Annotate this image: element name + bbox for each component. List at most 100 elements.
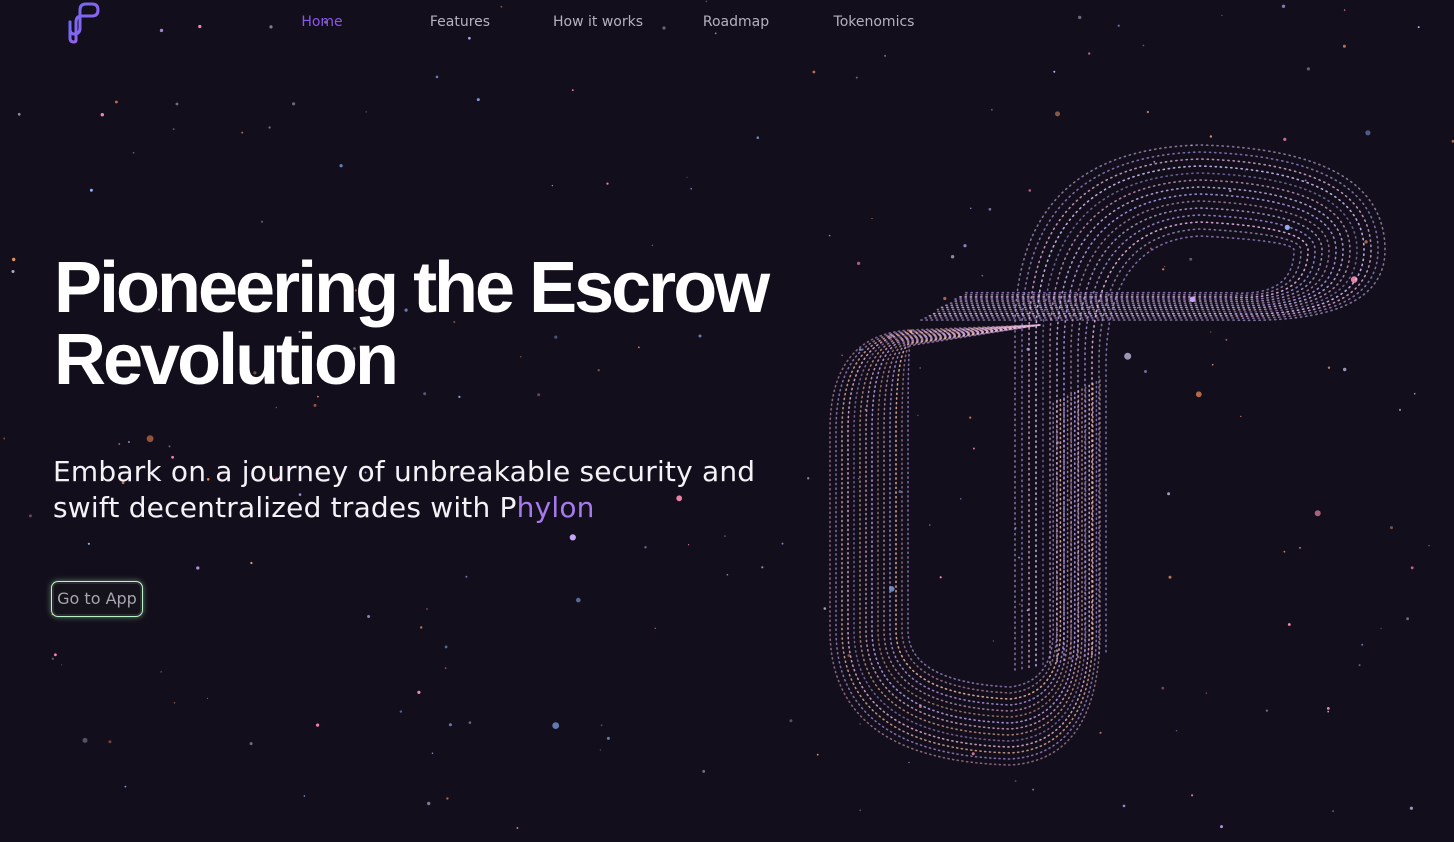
star (367, 615, 371, 618)
star (115, 100, 118, 104)
star (1306, 67, 1310, 71)
hero-title-line1: Pioneering the Escrow (54, 248, 770, 328)
star (686, 176, 688, 178)
brand-name-rest: hylon (516, 491, 595, 524)
particle-ring (929, 165, 1365, 667)
nav-roadmap[interactable]: Roadmap (676, 12, 796, 32)
particle-ring (943, 193, 1337, 661)
star (690, 187, 692, 190)
particle-ring (933, 172, 1358, 666)
star (761, 566, 764, 569)
star (606, 736, 610, 740)
star (1142, 44, 1145, 47)
star (268, 126, 271, 129)
star (688, 544, 690, 546)
hero-subtitle-line1: Embark on a journey of unbreakable secur… (53, 455, 756, 488)
star (705, 0, 708, 3)
star (292, 102, 296, 106)
star (399, 710, 403, 713)
star (1220, 825, 1223, 829)
star (17, 112, 21, 116)
star (1332, 810, 1334, 812)
star (206, 697, 209, 700)
star (1117, 24, 1120, 27)
star (552, 722, 560, 729)
star (465, 575, 468, 578)
star (644, 546, 647, 549)
star (654, 627, 656, 629)
go-to-app-button[interactable]: Go to App (52, 582, 142, 616)
particle-ring (954, 214, 1316, 657)
star (417, 690, 421, 695)
star (500, 5, 503, 8)
star (1053, 70, 1056, 73)
star (168, 445, 171, 448)
star (435, 75, 439, 79)
star (662, 26, 666, 30)
star (275, 406, 278, 409)
star (54, 653, 57, 657)
star (132, 151, 135, 154)
particle-ring (853, 324, 1087, 742)
nav-features[interactable]: Features (400, 12, 520, 32)
star (124, 785, 127, 788)
star (724, 535, 726, 537)
star (651, 244, 653, 246)
star (789, 719, 793, 723)
star (313, 403, 317, 407)
star (172, 128, 175, 131)
star (118, 443, 121, 445)
star (260, 220, 264, 223)
star (420, 626, 423, 629)
hero-title: Pioneering the Escrow Revolution (54, 252, 814, 396)
star (606, 182, 609, 185)
star (571, 89, 574, 91)
star (551, 184, 554, 187)
star (726, 573, 729, 576)
nav-home[interactable]: Home (262, 12, 382, 32)
star (446, 797, 449, 800)
particle-ring (957, 221, 1309, 656)
particle-ring (950, 207, 1323, 659)
particle-ring (865, 324, 1080, 730)
star (714, 32, 717, 35)
star (160, 671, 163, 673)
star (1281, 4, 1286, 8)
star (3, 437, 6, 440)
star (599, 749, 602, 751)
particle-ring (895, 324, 1062, 700)
star (1221, 14, 1223, 16)
star (444, 645, 448, 649)
brand-name-initial: P (499, 491, 517, 524)
star (303, 795, 306, 797)
star (173, 702, 176, 704)
star (516, 827, 519, 829)
star (250, 561, 253, 565)
star (175, 102, 179, 106)
nav-tokenomics[interactable]: Tokenomics (814, 12, 934, 32)
star (365, 111, 367, 113)
star (1342, 44, 1346, 48)
star (159, 28, 164, 33)
particle-ring (947, 200, 1330, 660)
star (249, 742, 253, 746)
star (812, 70, 816, 74)
star (61, 664, 63, 666)
star (756, 136, 760, 139)
phylon-logo-icon[interactable] (66, 2, 104, 44)
star (781, 542, 784, 545)
star (146, 435, 154, 443)
nav-how-it-works[interactable]: How it works (538, 12, 658, 32)
star (241, 131, 244, 134)
particle-ring (926, 158, 1372, 668)
star (884, 55, 886, 57)
star (444, 667, 447, 669)
star (1078, 15, 1082, 20)
star (339, 164, 343, 168)
star (196, 566, 200, 570)
star (100, 113, 105, 117)
star (1417, 26, 1420, 29)
star (427, 801, 431, 806)
particle-ring (889, 324, 1065, 706)
star (1343, 9, 1346, 11)
